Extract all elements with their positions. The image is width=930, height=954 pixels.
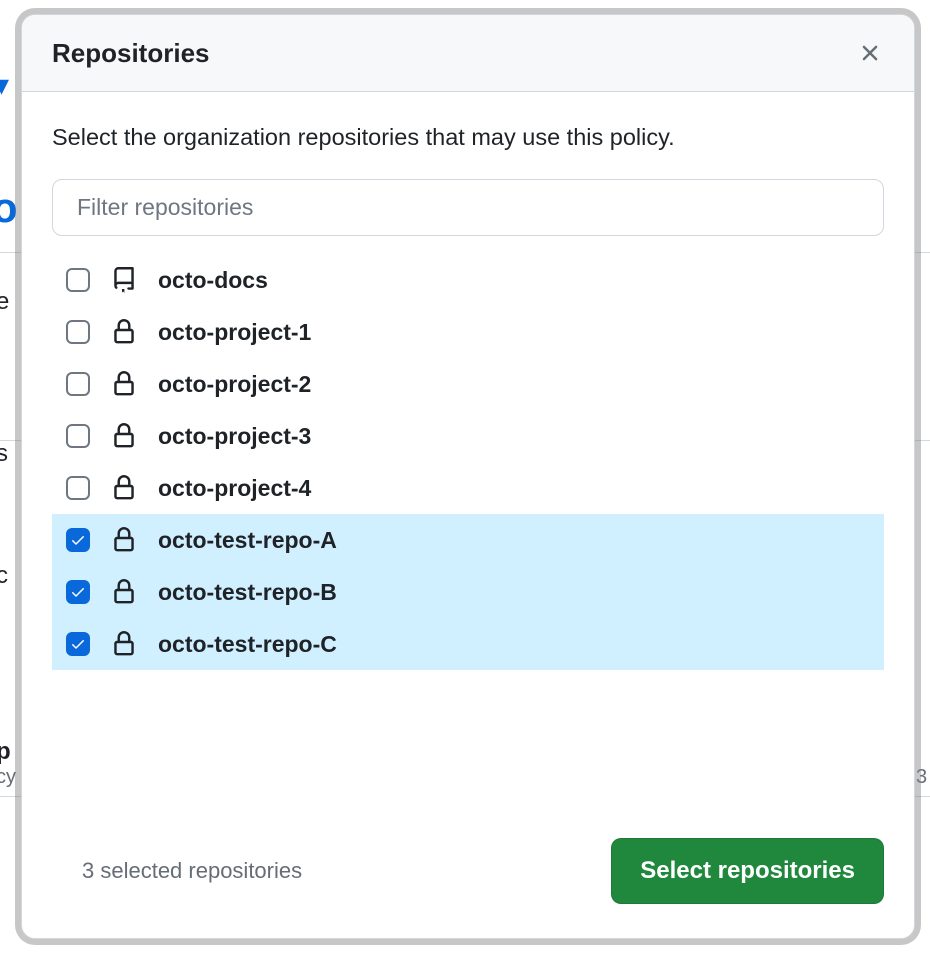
lock-icon	[110, 370, 138, 398]
lock-icon	[110, 318, 138, 346]
repo-checkbox[interactable]	[66, 424, 90, 448]
repo-name: octo-test-repo-C	[158, 631, 337, 658]
lock-icon	[110, 422, 138, 450]
repository-item[interactable]: octo-project-2	[52, 358, 884, 410]
modal-body: Select the organization repositories tha…	[22, 92, 914, 816]
repo-checkbox[interactable]	[66, 476, 90, 500]
repo-name: octo-docs	[158, 267, 268, 294]
repository-list: octo-docs octo-project-1 octo-project-2 oct…	[52, 254, 884, 670]
repo-checkbox[interactable]	[66, 528, 90, 552]
close-button[interactable]	[854, 37, 886, 69]
repo-checkbox[interactable]	[66, 372, 90, 396]
lock-icon	[110, 578, 138, 606]
modal-footer: 3 selected repositories Select repositor…	[22, 816, 914, 938]
filter-repositories-input[interactable]	[52, 179, 884, 236]
repo-name: octo-project-2	[158, 371, 311, 398]
repo-checkbox[interactable]	[66, 632, 90, 656]
repo-checkbox[interactable]	[66, 268, 90, 292]
close-icon	[857, 40, 883, 66]
repo-name: octo-project-4	[158, 475, 311, 502]
repo-name: octo-project-1	[158, 319, 311, 346]
repository-item[interactable]: octo-project-1	[52, 306, 884, 358]
repo-name: octo-project-3	[158, 423, 311, 450]
repo-checkbox[interactable]	[66, 320, 90, 344]
repository-item[interactable]: octo-test-repo-A	[52, 514, 884, 566]
modal-header: Repositories	[22, 15, 914, 92]
lock-icon	[110, 526, 138, 554]
repo-checkbox[interactable]	[66, 580, 90, 604]
select-repositories-button[interactable]: Select repositories	[611, 838, 884, 904]
repository-item[interactable]: octo-docs	[52, 254, 884, 306]
repository-item[interactable]: octo-test-repo-B	[52, 566, 884, 618]
repo-name: octo-test-repo-A	[158, 527, 337, 554]
modal-description: Select the organization repositories tha…	[52, 124, 884, 151]
lock-icon	[110, 630, 138, 658]
repository-item[interactable]: octo-test-repo-C	[52, 618, 884, 670]
lock-icon	[110, 474, 138, 502]
repo-name: octo-test-repo-B	[158, 579, 337, 606]
modal-title: Repositories	[52, 38, 210, 69]
repo-icon	[110, 266, 138, 294]
repository-item[interactable]: octo-project-3	[52, 410, 884, 462]
selected-count-text: 3 selected repositories	[52, 858, 302, 884]
repositories-modal: Repositories Select the organization rep…	[21, 14, 915, 939]
repository-item[interactable]: octo-project-4	[52, 462, 884, 514]
